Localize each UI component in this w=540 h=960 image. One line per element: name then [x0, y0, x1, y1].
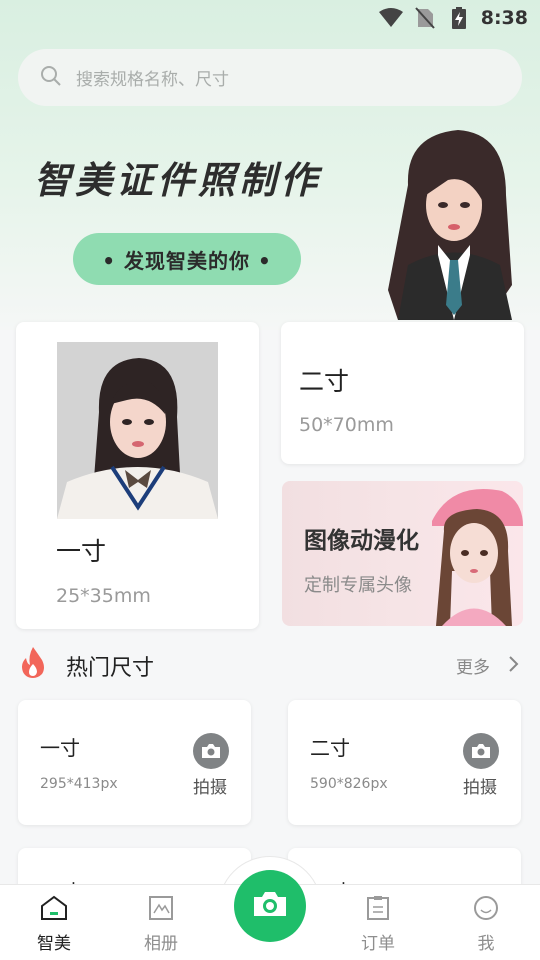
wifi-icon [378, 7, 403, 29]
two-inch-size: 50*70mm [299, 414, 394, 436]
camera-capture-button[interactable] [234, 870, 306, 942]
nav-item-orders[interactable]: 订单 [348, 895, 408, 954]
nav-label: 我 [477, 934, 495, 954]
banner-title: 智美证件照制作 [34, 159, 321, 202]
anime-title: 图像动漫化 [304, 528, 419, 554]
status-time: 8:38 [480, 7, 528, 29]
one-inch-card[interactable]: 一寸 25*35mm [16, 322, 259, 629]
search-input[interactable]: 搜索规格名称、尺寸 [76, 65, 229, 90]
hot-sizes-title: 热门尺寸 [66, 656, 155, 681]
camera-icon[interactable] [463, 733, 499, 769]
two-inch-title: 二寸 [299, 367, 350, 396]
nav-label: 订单 [361, 934, 395, 954]
battery-charging-icon [447, 7, 471, 29]
status-bar: 8:38 [0, 0, 540, 36]
size-pixels: 590*826px [310, 776, 388, 792]
flame-icon [20, 646, 46, 682]
no-sim-icon [413, 7, 437, 29]
nav-item-profile[interactable]: 我 [456, 895, 516, 954]
profile-icon [473, 895, 499, 925]
one-inch-size: 25*35mm [56, 585, 151, 607]
size-card-two-inch[interactable]: 二寸 590*826px 拍摄 [288, 700, 521, 825]
nav-item-home[interactable]: 智美 [24, 895, 84, 954]
search-bar[interactable]: 搜索规格名称、尺寸 [18, 49, 522, 106]
chevron-right-icon[interactable] [508, 654, 520, 678]
one-inch-sample-photo [57, 342, 218, 519]
size-pixels: 295*413px [40, 776, 118, 792]
home-icon [40, 895, 68, 925]
more-link[interactable]: 更多 [456, 653, 490, 678]
two-inch-card[interactable]: 二寸 50*70mm [281, 322, 524, 464]
album-icon [148, 895, 174, 925]
discover-button[interactable]: • 发现智美的你 • [73, 233, 301, 285]
shoot-button[interactable]: 拍摄 [193, 773, 227, 798]
nav-item-album[interactable]: 相册 [131, 895, 191, 954]
banner-illustration [388, 125, 524, 320]
size-name: 二寸 [310, 736, 350, 760]
size-card-one-inch[interactable]: 一寸 295*413px 拍摄 [18, 700, 251, 825]
camera-icon[interactable] [193, 733, 229, 769]
anime-girl-illustration [432, 489, 523, 626]
shoot-button[interactable]: 拍摄 [463, 773, 497, 798]
camera-icon [252, 890, 288, 922]
order-icon [366, 895, 390, 925]
nav-label: 智美 [37, 934, 71, 954]
search-icon [40, 65, 62, 91]
one-inch-title: 一寸 [56, 537, 107, 566]
nav-label: 相册 [144, 934, 178, 954]
anime-avatar-card[interactable]: 图像动漫化 定制专属头像 [282, 481, 523, 626]
hot-sizes-header: 热门尺寸 更多 [0, 642, 540, 686]
size-name: 一寸 [40, 736, 80, 760]
anime-subtitle: 定制专属头像 [304, 575, 412, 596]
